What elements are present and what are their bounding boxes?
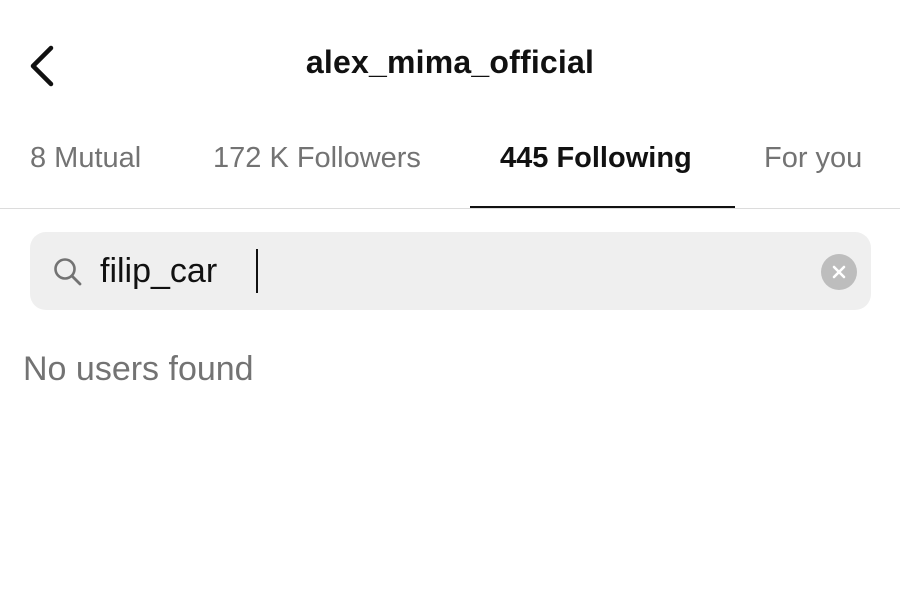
tab-followers[interactable]: 172 K Followers <box>213 142 421 175</box>
clear-search-button[interactable] <box>821 254 857 290</box>
tab-mutual[interactable]: 8 Mutual <box>30 142 141 175</box>
no-results-message: No users found <box>23 350 254 388</box>
text-caret <box>256 249 258 293</box>
tab-following[interactable]: 445 Following <box>500 142 692 175</box>
tab-for-you[interactable]: For you <box>764 142 862 175</box>
tab-bar: 8 Mutual 172 K Followers 445 Following F… <box>0 130 900 209</box>
search-bar[interactable] <box>30 232 871 310</box>
active-tab-indicator <box>470 206 735 208</box>
search-input[interactable] <box>100 249 800 293</box>
search-icon <box>54 258 82 286</box>
clear-icon <box>832 265 846 279</box>
header: alex_mima_official <box>0 0 900 130</box>
page-title: alex_mima_official <box>305 44 595 80</box>
